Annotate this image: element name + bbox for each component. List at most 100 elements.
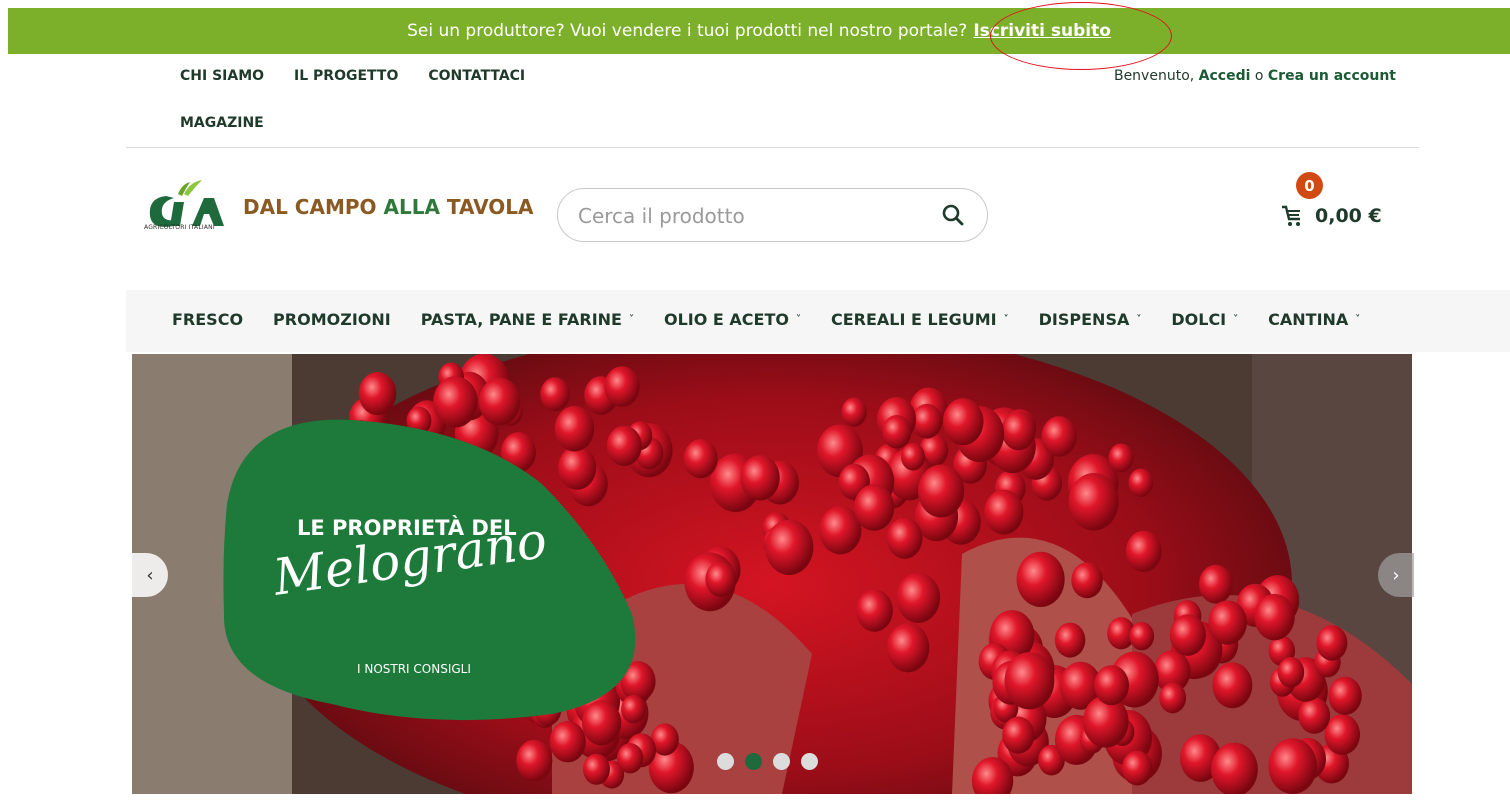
seed-shape	[478, 377, 521, 426]
seed-shape	[604, 366, 640, 407]
register-link[interactable]: Crea un account	[1268, 68, 1396, 84]
seed-shape	[581, 700, 622, 746]
seed-shape	[1254, 593, 1295, 641]
nav-il-progetto[interactable]: IL PROGETTO	[294, 68, 398, 84]
category-label: CANTINA	[1268, 310, 1349, 329]
seed-shape	[1016, 551, 1065, 608]
search-icon[interactable]	[941, 203, 965, 227]
slider-dot[interactable]	[773, 753, 790, 770]
hero-cta-text[interactable]: I NOSTRI CONSIGLI	[357, 662, 471, 676]
category-pasta-pane-e-farine[interactable]: PASTA, PANE E FARINE ˅	[421, 310, 634, 329]
slider-dots	[717, 753, 818, 770]
chevron-down-icon: ˅	[1233, 313, 1239, 325]
slider-next-button[interactable]: ›	[1378, 553, 1414, 597]
seed-shape	[1268, 738, 1317, 794]
seed-shape	[765, 519, 814, 575]
seed-shape	[1001, 411, 1036, 451]
seed-shape	[1277, 656, 1305, 688]
seed-shape	[1041, 416, 1077, 457]
logo-subtitle: AGRICOLTORI ITALIANI	[144, 224, 215, 231]
seed-shape	[1108, 443, 1134, 473]
seed-shape	[540, 377, 570, 412]
search-box	[557, 188, 988, 242]
category-cantina[interactable]: CANTINA ˅	[1268, 310, 1360, 329]
seed-shape	[1211, 742, 1258, 794]
seed-shape	[1198, 564, 1233, 604]
seed-shape	[942, 398, 984, 446]
cart-button[interactable]: 0 0,00 €	[1280, 172, 1390, 242]
slider-dot[interactable]	[717, 753, 734, 770]
site-header: AGRICOLTORI ITALIANI DAL CAMPO ALLA TAVO…	[126, 147, 1419, 287]
seed-shape	[582, 753, 610, 785]
category-olio-e-aceto[interactable]: OLIO E ACETO ˅	[664, 310, 801, 329]
category-fresco[interactable]: FRESCO	[172, 310, 243, 329]
category-promozioni[interactable]: PROMOZIONI	[273, 310, 391, 329]
seed-shape	[1128, 468, 1154, 497]
seed-shape	[433, 376, 478, 428]
seed-shape	[856, 589, 893, 632]
category-label: DOLCI	[1171, 310, 1227, 329]
category-label: DISPENSA	[1038, 310, 1130, 329]
chevron-down-icon: ˅	[1003, 313, 1009, 325]
slider-dot[interactable]	[745, 753, 762, 770]
seed-shape	[1169, 614, 1206, 656]
utility-nav: CHI SIAMO IL PROGETTO CONTATTACI	[180, 68, 525, 84]
seed-shape	[1298, 697, 1331, 734]
seed-shape	[1328, 676, 1362, 716]
seed-shape	[911, 403, 943, 439]
seed-shape	[1094, 665, 1129, 706]
seed-shape	[882, 414, 912, 449]
seed-shape	[1159, 682, 1187, 714]
seed-shape	[1068, 473, 1119, 531]
category-label: CEREALI E LEGUMI	[830, 310, 997, 329]
category-label: PASTA, PANE E FARINE	[420, 310, 622, 329]
seed-shape	[1054, 622, 1086, 658]
seed-shape	[358, 371, 397, 416]
seed-shape	[984, 489, 1024, 535]
category-dispensa[interactable]: DISPENSA ˅	[1039, 310, 1142, 329]
chevron-down-icon: ˅	[1136, 313, 1142, 325]
seed-shape	[1122, 750, 1153, 786]
seed-shape	[616, 743, 644, 774]
cart-icon	[1282, 205, 1300, 226]
nav-contattaci[interactable]: CONTATTACI	[428, 68, 525, 84]
category-label: PROMOZIONI	[273, 310, 391, 329]
seed-shape	[1208, 600, 1247, 645]
category-nav: FRESCO PROMOZIONI PASTA, PANE E FARINE ˅ OLI…	[126, 290, 1510, 352]
seed-shape	[1212, 662, 1253, 709]
seed-shape	[740, 455, 780, 501]
seed-shape	[683, 439, 718, 479]
hero-slider[interactable]: LE PROPRIETÀ DEL Melograno I NOSTRI CONS…	[132, 354, 1412, 794]
nav-chi-siamo[interactable]: CHI SIAMO	[180, 68, 264, 84]
chevron-left-icon: ‹	[146, 564, 154, 586]
category-label: OLIO E ACETO	[663, 310, 789, 329]
seed-shape	[841, 397, 867, 427]
slider-dot[interactable]	[801, 753, 818, 770]
account-links: Benvenuto, Accedi o Crea un account	[1114, 68, 1396, 84]
category-dolci[interactable]: DOLCI ˅	[1171, 310, 1238, 329]
seed-shape	[1125, 530, 1162, 572]
promo-bar: Sei un produttore? Vuoi vendere i tuoi p…	[8, 8, 1510, 54]
seed-shape	[516, 739, 553, 782]
search-input[interactable]	[578, 201, 918, 231]
seed-shape	[1071, 562, 1103, 599]
seed-shape	[1129, 621, 1155, 651]
chevron-down-icon: ˅	[628, 313, 634, 325]
seed-shape	[621, 694, 646, 724]
cart-count-badge: 0	[1296, 172, 1323, 199]
seed-shape	[1002, 716, 1035, 754]
chevron-right-icon: ›	[1392, 564, 1400, 586]
seed-shape	[554, 406, 595, 452]
seed-shape	[896, 572, 941, 623]
nav-magazine[interactable]: MAGAZINE	[180, 115, 264, 131]
seed-shape	[886, 623, 930, 673]
welcome-text: Benvenuto,	[1113, 68, 1195, 84]
login-link[interactable]: Accedi	[1199, 68, 1251, 84]
signup-link[interactable]: Iscriviti subito	[973, 21, 1111, 41]
brand-title: DAL CAMPO ALLA TAVOLA	[243, 195, 534, 219]
category-cereali-e-legumi[interactable]: CEREALI E LEGUMI ˅	[831, 310, 1009, 329]
seed-shape	[918, 464, 965, 518]
seed-shape	[606, 425, 642, 467]
seed-shape	[1004, 652, 1055, 710]
chevron-down-icon: ˅	[795, 313, 801, 325]
